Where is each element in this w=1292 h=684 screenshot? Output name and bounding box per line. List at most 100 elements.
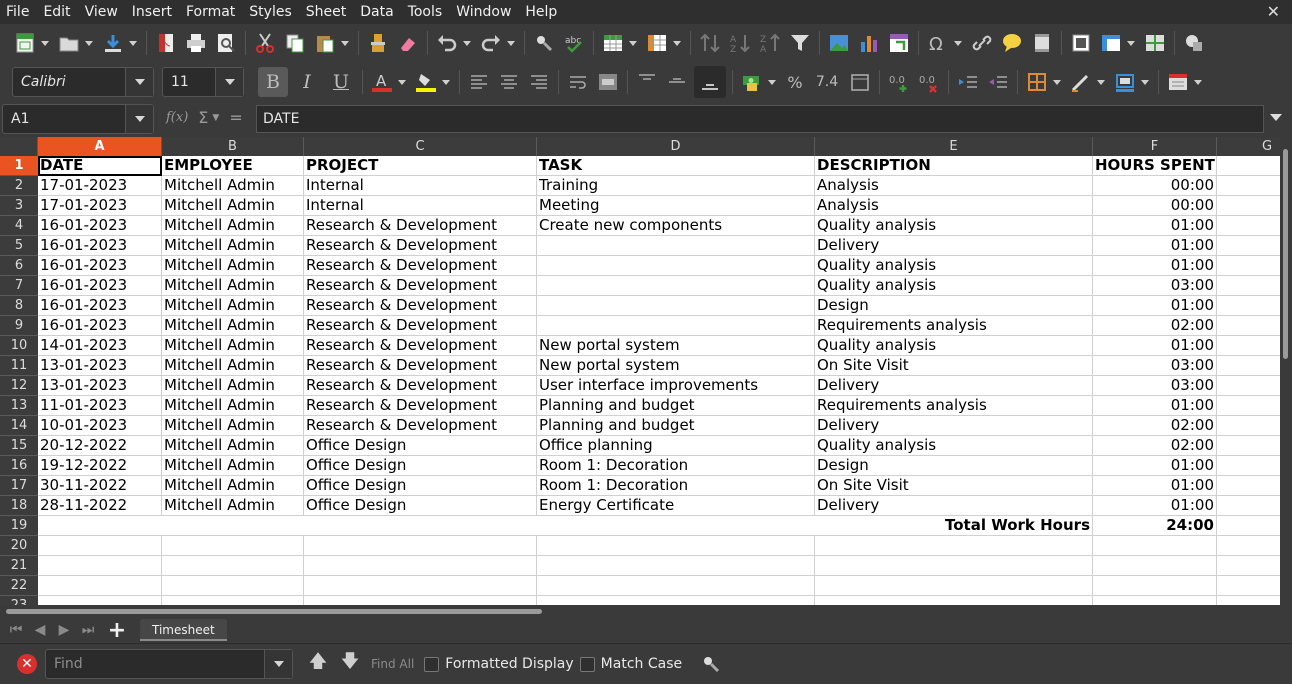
clone-formatting-icon[interactable] xyxy=(365,30,391,56)
empty-cell[interactable] xyxy=(38,556,162,576)
row-header-9[interactable]: 9 xyxy=(0,316,38,336)
table-cell[interactable]: Mitchell Admin xyxy=(162,416,304,436)
sum-dropdown-icon[interactable]: ▼ xyxy=(212,113,219,123)
special-character-icon[interactable]: Ω xyxy=(925,30,951,56)
special-character-dropdown-icon[interactable] xyxy=(953,30,963,56)
show-draw-functions-icon[interactable] xyxy=(1181,30,1207,56)
table-cell[interactable]: Research & Development xyxy=(304,236,537,256)
name-box-dropdown-icon[interactable] xyxy=(125,105,153,133)
empty-cell[interactable] xyxy=(304,556,537,576)
paste-dropdown-icon[interactable] xyxy=(340,30,350,56)
table-cell[interactable]: 01:00 xyxy=(1093,256,1217,276)
previous-sheet-icon[interactable]: ◀ xyxy=(28,618,52,642)
table-cell[interactable]: 01:00 xyxy=(1093,476,1217,496)
table-cell[interactable]: Research & Development xyxy=(304,416,537,436)
table-cell[interactable]: New portal system xyxy=(537,356,815,376)
header-cell[interactable]: TASK xyxy=(537,156,815,176)
font-color-icon[interactable]: A xyxy=(369,69,395,95)
empty-cell[interactable] xyxy=(1093,596,1217,605)
empty-cell[interactable] xyxy=(162,576,304,596)
conditional-format-dropdown-icon[interactable] xyxy=(1193,69,1203,95)
border-color-dropdown-icon[interactable] xyxy=(1140,69,1150,95)
row-header-2[interactable]: 2 xyxy=(0,176,38,196)
table-cell[interactable]: 01:00 xyxy=(1093,216,1217,236)
table-cell[interactable]: 16-01-2023 xyxy=(38,316,162,336)
row-header-10[interactable]: 10 xyxy=(0,336,38,356)
table-cell[interactable]: 16-01-2023 xyxy=(38,236,162,256)
table-cell[interactable]: On Site Visit xyxy=(815,476,1093,496)
function-wizard-icon[interactable]: f(x) xyxy=(166,110,188,125)
autofilter-icon[interactable] xyxy=(787,30,813,56)
cell[interactable] xyxy=(1217,276,1280,296)
name-box[interactable]: A1 xyxy=(2,104,154,134)
table-cell[interactable]: 01:00 xyxy=(1093,336,1217,356)
table-cell[interactable]: Office planning xyxy=(537,436,815,456)
table-cell[interactable]: Design xyxy=(815,296,1093,316)
table-cell[interactable]: Quality analysis xyxy=(815,336,1093,356)
table-cell[interactable]: 30-11-2022 xyxy=(38,476,162,496)
empty-cell[interactable] xyxy=(1093,536,1217,556)
align-center-icon[interactable] xyxy=(496,69,522,95)
column-header-a[interactable]: A xyxy=(38,137,162,156)
table-cell[interactable]: 16-01-2023 xyxy=(38,256,162,276)
close-find-bar-icon[interactable]: ✕ xyxy=(17,654,37,674)
formula-input[interactable]: DATE xyxy=(256,105,1264,133)
empty-cell[interactable] xyxy=(162,596,304,605)
menu-window[interactable]: Window xyxy=(449,0,518,24)
table-cell[interactable]: Mitchell Admin xyxy=(162,336,304,356)
hyperlink-icon[interactable] xyxy=(969,30,995,56)
find-replace-dialog-icon[interactable] xyxy=(698,651,724,677)
date-format-icon[interactable] xyxy=(847,69,873,95)
italic-button[interactable]: I xyxy=(292,67,322,97)
table-cell[interactable]: Office Design xyxy=(304,436,537,456)
row-header-11[interactable]: 11 xyxy=(0,356,38,376)
bold-button[interactable]: B xyxy=(258,67,288,97)
table-cell[interactable]: Mitchell Admin xyxy=(162,236,304,256)
cell[interactable] xyxy=(1217,456,1280,476)
table-cell[interactable]: 17-01-2023 xyxy=(38,176,162,196)
table-cell[interactable]: 16-01-2023 xyxy=(38,296,162,316)
conditional-format-icon[interactable] xyxy=(1165,69,1191,95)
increase-indent-icon[interactable] xyxy=(955,69,981,95)
copy-icon[interactable] xyxy=(282,30,308,56)
table-cell[interactable]: 00:00 xyxy=(1093,196,1217,216)
table-cell[interactable]: 13-01-2023 xyxy=(38,356,162,376)
table-cell[interactable]: New portal system xyxy=(537,336,815,356)
add-decimal-place-icon[interactable]: 0.0 xyxy=(886,69,912,95)
table-cell[interactable]: Research & Development xyxy=(304,296,537,316)
table-cell[interactable]: 01:00 xyxy=(1093,396,1217,416)
align-left-icon[interactable] xyxy=(466,69,492,95)
row-header-19[interactable]: 19 xyxy=(0,516,38,536)
column-header-d[interactable]: D xyxy=(537,137,815,156)
center-vertically-icon[interactable] xyxy=(664,69,690,95)
cell[interactable] xyxy=(1217,476,1280,496)
column-header-c[interactable]: C xyxy=(304,137,537,156)
sort-icon[interactable] xyxy=(697,30,723,56)
table-cell[interactable]: 01:00 xyxy=(1093,296,1217,316)
table-cell[interactable] xyxy=(537,236,815,256)
border-style-icon[interactable] xyxy=(1068,69,1094,95)
align-top-icon[interactable] xyxy=(634,69,660,95)
table-cell[interactable]: Mitchell Admin xyxy=(162,356,304,376)
table-cell[interactable]: 03:00 xyxy=(1093,276,1217,296)
find-next-icon[interactable]: 🡇 xyxy=(337,651,363,677)
table-cell[interactable]: 14-01-2023 xyxy=(38,336,162,356)
underline-button[interactable]: U xyxy=(326,67,356,97)
define-print-area-icon[interactable] xyxy=(1068,30,1094,56)
table-cell[interactable]: Quality analysis xyxy=(815,216,1093,236)
row-header-18[interactable]: 18 xyxy=(0,496,38,516)
table-cell[interactable]: On Site Visit xyxy=(815,356,1093,376)
table-cell[interactable]: 28-11-2022 xyxy=(38,496,162,516)
empty-cell[interactable] xyxy=(1217,576,1280,596)
table-cell[interactable]: Planning and budget xyxy=(537,396,815,416)
find-input[interactable]: Find xyxy=(45,649,293,679)
table-cell[interactable]: Create new components xyxy=(537,216,815,236)
menu-tools[interactable]: Tools xyxy=(401,0,450,24)
delete-decimal-place-icon[interactable]: 0.0 xyxy=(916,69,942,95)
table-cell[interactable]: Quality analysis xyxy=(815,276,1093,296)
table-cell[interactable]: Mitchell Admin xyxy=(162,196,304,216)
menu-data[interactable]: Data xyxy=(353,0,400,24)
formula-icon[interactable]: = xyxy=(229,108,242,127)
empty-cell[interactable] xyxy=(815,536,1093,556)
percent-format-button[interactable]: % xyxy=(783,67,807,97)
